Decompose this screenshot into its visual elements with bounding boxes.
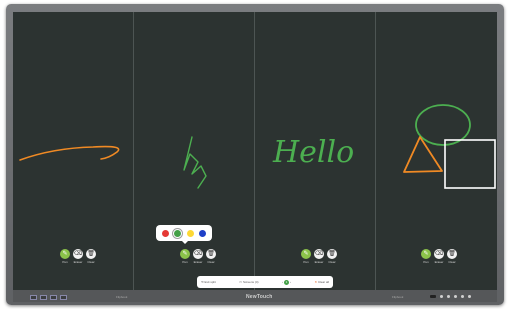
front-button[interactable]: [440, 295, 443, 298]
pen-label: Pen: [423, 260, 429, 264]
pen-icon[interactable]: ✎: [421, 249, 431, 259]
eraser-icon[interactable]: ⌫: [73, 249, 83, 259]
pane-toolbar: ✎ Pen ⌫ Eraser 🗑 Clear: [421, 249, 457, 264]
whiteboard-pane-1[interactable]: ✎ Pen ⌫ Eraser 🗑 Clear: [13, 12, 133, 290]
front-button[interactable]: [461, 295, 464, 298]
clear-label: Clear: [328, 260, 336, 264]
pen-label: Pen: [62, 260, 68, 264]
hdmi-port-icon: [60, 295, 67, 300]
trash-icon[interactable]: 🗑: [86, 249, 96, 259]
pen-label: Pen: [182, 260, 188, 264]
power-button-icon[interactable]: [430, 295, 436, 298]
usb-port-icon: [50, 295, 57, 300]
whiteboard-pane-2[interactable]: ✎ Pen ⌫ Eraser 🗑 Clear: [134, 12, 254, 290]
next-page-button[interactable]: ›: [290, 280, 291, 284]
usb-port-icon: [40, 295, 47, 300]
eraser-icon[interactable]: ⌫: [193, 249, 203, 259]
color-swatch-green[interactable]: [172, 227, 184, 239]
chin-label-left: Flipbook: [116, 295, 128, 299]
front-ports: [30, 295, 67, 300]
eraser-label: Eraser: [434, 260, 444, 264]
color-swatch-blue[interactable]: [199, 229, 207, 237]
clear-all-icon: ✕: [314, 280, 317, 284]
whiteboard-screen[interactable]: ✎ Pen ⌫ Eraser 🗑 Clear ✎ Pen ⌫ Eraser 🗑 …: [13, 12, 497, 290]
eraser-label: Eraser: [193, 260, 203, 264]
eraser-label: Eraser: [314, 260, 324, 264]
screens-label: Screens (4): [243, 280, 259, 284]
eraser-tool[interactable]: ⌫ Eraser: [193, 249, 203, 264]
pen-tool[interactable]: ✎ Pen: [421, 249, 431, 264]
eraser-label: Eraser: [73, 260, 83, 264]
orange-triangle-shape: [403, 136, 443, 173]
trash-icon[interactable]: 🗑: [447, 249, 457, 259]
clear-tool[interactable]: 🗑 Clear: [86, 249, 96, 264]
trash-icon[interactable]: 🗑: [327, 249, 337, 259]
clear-label: Clear: [448, 260, 456, 264]
color-swatch-yellow[interactable]: [186, 229, 194, 237]
clear-all-label: Clear all: [317, 280, 329, 284]
prev-page-button[interactable]: ‹: [282, 280, 283, 284]
front-button[interactable]: [468, 295, 471, 298]
screens-button[interactable]: ▭ Screens (4): [239, 280, 258, 284]
front-button[interactable]: [454, 295, 457, 298]
color-swatch-red[interactable]: [161, 229, 169, 237]
eraser-icon[interactable]: ⌫: [314, 249, 324, 259]
green-circle-shape: [415, 104, 471, 146]
pen-tool[interactable]: ✎ Pen: [180, 249, 190, 264]
pane-toolbar: ✎ Pen ⌫ Eraser 🗑 Clear: [180, 249, 216, 264]
exit-split-button[interactable]: ⟲ Exit split: [201, 280, 216, 284]
exit-icon: ⟲: [201, 280, 204, 284]
clear-all-button[interactable]: ✕ Clear all: [314, 280, 329, 284]
front-buttons: [430, 295, 471, 298]
pen-tool[interactable]: ✎ Pen: [60, 249, 70, 264]
eraser-tool[interactable]: ⌫ Eraser: [434, 249, 444, 264]
whiteboard-pane-4[interactable]: ✎ Pen ⌫ Eraser 🗑 Clear: [376, 12, 497, 290]
usb-port-icon: [30, 295, 37, 300]
split-control-bar: ⟲ Exit split ▭ Screens (4) ‹ 1 › ✕ Clear…: [197, 276, 333, 288]
pen-tool[interactable]: ✎ Pen: [301, 249, 311, 264]
clear-tool[interactable]: 🗑 Clear: [327, 249, 337, 264]
pen-icon[interactable]: ✎: [60, 249, 70, 259]
whiteboard-pane-3[interactable]: Hello ✎ Pen ⌫ Eraser 🗑 Clear: [255, 12, 375, 290]
chin-label-right: Flipbook: [392, 295, 404, 299]
clear-tool[interactable]: 🗑 Clear: [447, 249, 457, 264]
front-button[interactable]: [447, 295, 450, 298]
clear-label: Clear: [87, 260, 95, 264]
eraser-tool[interactable]: ⌫ Eraser: [73, 249, 83, 264]
hello-text: Hello: [272, 135, 354, 170]
exit-split-label: Exit split: [204, 280, 216, 284]
color-palette-popup: [156, 225, 212, 244]
screens-icon: ▭: [239, 280, 242, 284]
pen-label: Pen: [303, 260, 309, 264]
pane-toolbar: ✎ Pen ⌫ Eraser 🗑 Clear: [60, 249, 96, 264]
eraser-tool[interactable]: ⌫ Eraser: [314, 249, 324, 264]
eraser-icon[interactable]: ⌫: [434, 249, 444, 259]
clear-tool[interactable]: 🗑 Clear: [206, 249, 216, 264]
brand-logo: NewTouch: [246, 294, 273, 300]
trash-icon[interactable]: 🗑: [206, 249, 216, 259]
pen-icon[interactable]: ✎: [301, 249, 311, 259]
white-square-shape: [444, 139, 496, 189]
page-nav: ‹ 1 ›: [282, 279, 291, 285]
pen-icon[interactable]: ✎: [180, 249, 190, 259]
pane-toolbar: ✎ Pen ⌫ Eraser 🗑 Clear: [301, 249, 337, 264]
current-page-indicator[interactable]: 1: [283, 279, 289, 285]
clear-label: Clear: [207, 260, 215, 264]
